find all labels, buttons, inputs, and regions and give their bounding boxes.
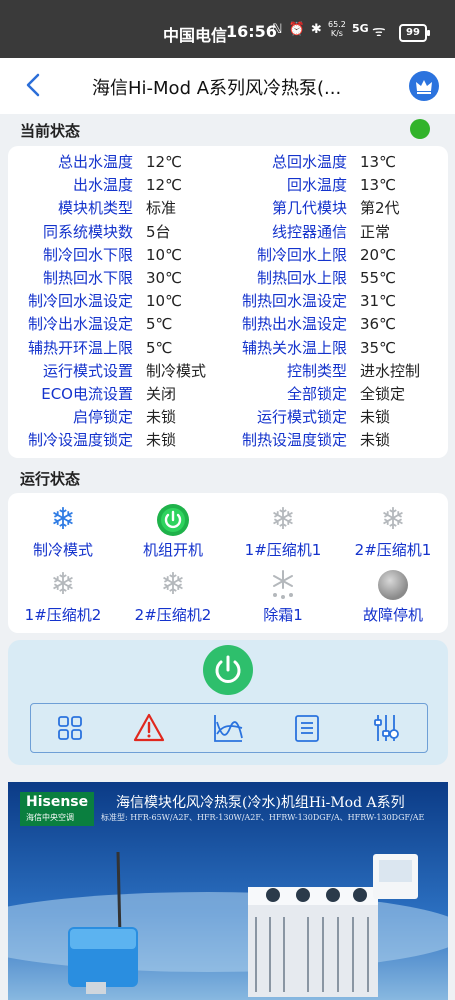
op-item-fault-stop: 故障停机 xyxy=(338,568,448,625)
network-type: 5G xyxy=(352,22,369,35)
wifi-icon: ᯤ xyxy=(372,22,386,40)
power-on-icon xyxy=(156,503,190,537)
status-value: 35℃ xyxy=(360,338,396,357)
op-item-cool-mode: ❄ 制冷模式 xyxy=(32,502,93,560)
chevron-left-icon[interactable] xyxy=(20,70,50,100)
op-item-comp-1-1: ❄ 1#压缩机1 xyxy=(244,502,322,560)
op-item-comp-2-1: ❄ 2#压缩机1 xyxy=(354,502,432,560)
status-label: 控制类型 xyxy=(286,361,347,380)
status-icons: ℕ ⏰ ✱ xyxy=(272,22,323,37)
clock: 16:56 xyxy=(226,22,277,41)
status-label: 第几代模块 xyxy=(271,199,347,218)
crown-icon[interactable] xyxy=(409,71,439,101)
status-label: 制冷回水上限 xyxy=(256,245,347,264)
warning-icon[interactable] xyxy=(133,712,165,744)
status-label: 启停锁定 xyxy=(72,408,133,427)
wired-controller xyxy=(373,854,418,899)
status-label: 制冷回水温设定 xyxy=(27,292,133,311)
status-value: 关闭 xyxy=(146,385,177,403)
fault-stop-icon xyxy=(376,568,410,602)
status-label: 辅热关水温上限 xyxy=(241,338,347,357)
status-label: 制冷回水下限 xyxy=(42,245,133,264)
status-label: ECO电流设置 xyxy=(41,385,133,403)
status-label: 总回水温度 xyxy=(271,153,347,171)
status-value: 10℃ xyxy=(146,245,182,264)
defrost-icon xyxy=(266,568,300,602)
status-value: 13℃ xyxy=(360,153,396,171)
status-label: 辅热开环温上限 xyxy=(27,338,133,357)
status-value: 31℃ xyxy=(360,292,396,311)
status-label: 出水温度 xyxy=(72,176,133,195)
snowflake-icon: ❄ xyxy=(380,502,406,537)
snowflake-icon: ❄ xyxy=(50,502,76,537)
battery-icon: 99 xyxy=(399,24,430,42)
status-value: 正常 xyxy=(360,222,391,241)
status-value: 制冷模式 xyxy=(146,361,207,380)
product-banner[interactable]: Hisense 海信中央空调 海信模块化风冷热泵(冷水)机组Hi-Mod A系列… xyxy=(8,782,448,1000)
top-navigation-bar: 海信Hi-Mod A系列风冷热泵(... xyxy=(0,58,455,114)
operation-status-heading: 运行状态 xyxy=(20,470,81,488)
status-value: 30℃ xyxy=(146,269,182,287)
status-label: 线控器通信 xyxy=(271,222,347,241)
status-label: 制热回水温设定 xyxy=(241,292,347,311)
status-label: 制热回水上限 xyxy=(256,269,347,287)
status-label: 全部锁定 xyxy=(286,385,347,403)
status-value: 36℃ xyxy=(360,315,396,334)
online-status-indicator xyxy=(410,119,430,139)
status-label: 回水温度 xyxy=(286,176,347,195)
power-button[interactable] xyxy=(203,645,253,695)
status-label: 运行模式锁定 xyxy=(256,408,347,427)
status-value: 未锁 xyxy=(146,408,177,427)
current-status-heading: 当前状态 xyxy=(20,122,81,140)
chart-icon[interactable] xyxy=(212,712,244,744)
status-label: 制热设温度锁定 xyxy=(241,431,347,450)
status-value: 20℃ xyxy=(360,245,396,264)
status-value: 未锁 xyxy=(360,431,391,450)
status-label: 制冷出水温设定 xyxy=(27,315,133,334)
status-value: 13℃ xyxy=(360,176,396,195)
status-value: 未锁 xyxy=(360,408,391,427)
status-label: 制热回水下限 xyxy=(42,269,133,287)
status-value: 55℃ xyxy=(360,269,396,287)
settings-sliders-icon[interactable] xyxy=(370,712,402,744)
status-value: 5℃ xyxy=(146,315,173,334)
status-value: 标准 xyxy=(146,199,177,218)
banner-product-illustration xyxy=(8,851,448,997)
grid-icon[interactable] xyxy=(54,712,86,744)
status-value: 5℃ xyxy=(146,338,173,357)
page-title: 海信Hi-Mod A系列风冷热泵(... xyxy=(92,78,342,99)
carrier-name: 中国电信 xyxy=(163,26,228,45)
op-item-unit-on: 机组开机 xyxy=(118,503,228,560)
snowflake-icon: ❄ xyxy=(270,502,296,537)
op-item-comp-1-2: ❄ 1#压缩机2 xyxy=(24,567,102,625)
list-icon[interactable] xyxy=(291,712,323,744)
status-value: 未锁 xyxy=(146,431,177,450)
status-label: 模块机类型 xyxy=(57,199,133,218)
status-label: 运行模式设置 xyxy=(42,361,133,380)
status-label: 同系统模块数 xyxy=(42,222,133,241)
status-value: 12℃ xyxy=(146,153,182,171)
system-status-bar: 中国电信 16:56 ℕ ⏰ ✱ 65.2 K/s 5G ᯤ 99 xyxy=(0,0,455,58)
status-value: 12℃ xyxy=(146,176,182,195)
status-label: 制冷设温度锁定 xyxy=(27,431,133,450)
op-item-comp-2-2: ❄ 2#压缩机2 xyxy=(134,567,212,625)
status-label: 制热出水温设定 xyxy=(241,315,347,334)
status-label: 总出水温度 xyxy=(57,153,133,171)
status-value: 进水控制 xyxy=(360,361,421,380)
network-speed: 65.2 K/s xyxy=(328,20,346,38)
status-value: 全锁定 xyxy=(360,385,406,403)
op-item-defrost-1: 除霜1 xyxy=(228,568,338,625)
status-value: 10℃ xyxy=(146,292,182,311)
snowflake-icon: ❄ xyxy=(160,567,186,602)
status-value: 5台 xyxy=(146,222,171,241)
snowflake-icon: ❄ xyxy=(50,567,76,602)
heat-pump-unit xyxy=(248,887,378,997)
status-value: 第2代 xyxy=(360,199,400,218)
